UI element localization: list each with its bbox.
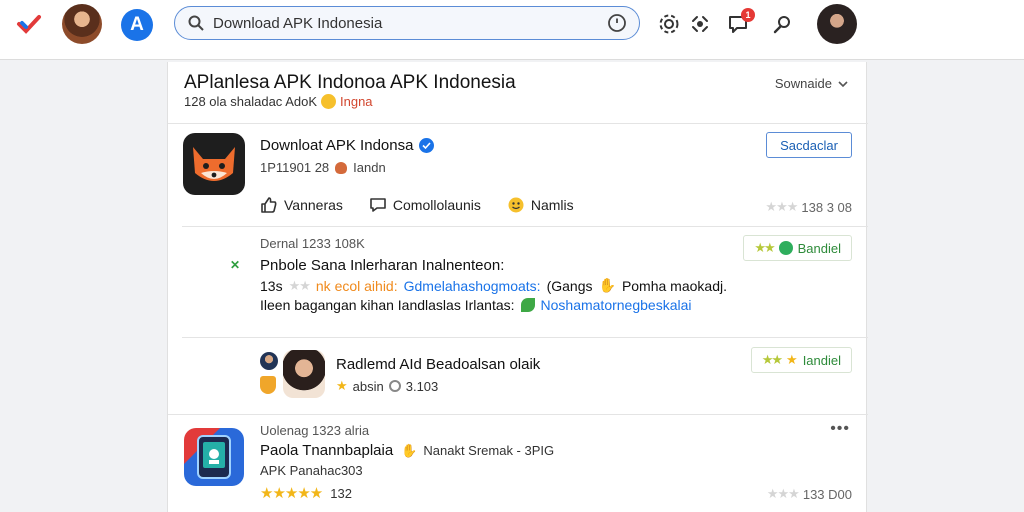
reviewer-meta: ★ absin 3.103 (336, 378, 438, 394)
extensions-icon[interactable] (688, 12, 712, 36)
star-icon: ★ (786, 352, 798, 367)
rating-stars-icon: ★★ (288, 277, 311, 293)
app-rating: ★★★★★ 132 (260, 484, 352, 502)
wave-emoji-icon: ✋ (401, 442, 418, 458)
post-text: (Gangs (546, 277, 593, 294)
app-store-icon[interactable]: A (121, 9, 153, 41)
heart-icon (335, 161, 348, 174)
link-icon: ✕ (230, 258, 241, 272)
account-search-icon[interactable] (771, 12, 795, 36)
app-name-text: Downloat APK Indonsa (260, 137, 414, 154)
leaf-icon (520, 298, 535, 312)
link-chain-icon (388, 380, 401, 392)
divider (182, 337, 868, 338)
post-header: Dernal 1233 108K (260, 236, 365, 251)
tag-badge[interactable]: ★★ ★ Iandiel (750, 347, 852, 373)
chevron-down-icon (838, 80, 848, 87)
stars-icon: ★★ (754, 240, 775, 255)
post-text: 13s (260, 277, 283, 294)
sort-label: Sownaide (774, 76, 832, 91)
reviewer-avatar[interactable] (283, 350, 325, 398)
top-bar: A 1 (0, 0, 1024, 60)
app-developer[interactable]: APK Panahac303 (260, 463, 363, 478)
smile-emoji-icon (321, 94, 336, 109)
rating-stars-icon: ★★★ (765, 199, 798, 214)
timer-icon[interactable] (607, 13, 627, 33)
search-input[interactable] (205, 14, 607, 32)
app-name[interactable]: Paola Tnannbaplaia ✋ Nanakt Sremak - 3PI… (260, 442, 554, 459)
thumbs-up-icon (261, 197, 277, 213)
app-meta-tail: Iandn (353, 160, 386, 175)
badge-icon (778, 241, 793, 255)
settings-icon[interactable] (657, 12, 681, 36)
app-name-text: Paola Tnannbaplaia (260, 442, 394, 459)
emoji-reaction-button[interactable]: Namlis (507, 196, 574, 214)
comment-button[interactable]: Comollolaunis (369, 196, 481, 214)
phone-app-icon[interactable] (184, 428, 244, 486)
post-header: Uolenag 1323 alria (260, 423, 370, 438)
divider (182, 226, 868, 227)
score-value: 133 D00 (802, 486, 852, 502)
feed-card: APlanlesa APK Indonoa APK Indonesia 128 … (167, 62, 868, 512)
fox-app-icon[interactable] (183, 133, 245, 195)
subtitle-tag: Ingna (340, 94, 373, 109)
score-value: 138 3 08 (801, 199, 852, 215)
stars-icon: ★★ (761, 352, 783, 367)
star-icon: ★ (336, 378, 348, 393)
post-text-line: Ileen bagangan kihan Iandlaslas Irlantas… (260, 297, 692, 313)
notification-badge: 1 (741, 8, 755, 22)
reviewer-meta-value: 3.103 (405, 378, 439, 394)
app-meta-text: 1P11901 28 (260, 160, 330, 175)
post-text: Ileen bagangan kihan Iandlaslas Irlantas… (260, 297, 515, 313)
tag-badge[interactable]: ★★ Bandiel (743, 235, 852, 261)
shield-icon (260, 376, 276, 394)
app-subtitle: ✋ Nanakt Sremak - 3PIG (401, 443, 554, 459)
post-score: ★★★ 133 D00 (767, 486, 852, 502)
search-bar[interactable] (174, 6, 640, 40)
page-title: APlanlesa APK Indonoa APK Indonesia (184, 72, 516, 93)
profile-avatar[interactable] (62, 4, 102, 44)
post-text-highlight: nk ecol aihid: (315, 277, 398, 294)
divider (168, 414, 868, 415)
rating-count: 132 (330, 485, 352, 501)
divider (168, 123, 868, 124)
reviewer-name[interactable]: Radlemd AId Beadoalsan olaik (336, 356, 540, 373)
app-subtitle-text: Nanakt Sremak - 3PIG (423, 443, 555, 458)
post-text: Pomha maokadj. (621, 277, 727, 294)
more-options-icon[interactable]: ••• (830, 420, 850, 438)
tag-label: Iandiel (802, 352, 841, 368)
tag-label: Bandiel (797, 240, 841, 256)
post-actions: Vanneras Comollolaunis Namlis (260, 196, 600, 214)
post-hashtag-link[interactable]: Noshamatornegbeskalai (541, 297, 692, 313)
reviewer-meta-text: absin (352, 378, 384, 394)
post-hashtag-link[interactable]: Gdmelahashogmoats: (404, 278, 541, 294)
rating-stars-icon: ★★★★★ (260, 485, 323, 502)
like-button[interactable]: Vanneras (260, 196, 343, 214)
action-label: Vanneras (284, 197, 343, 213)
mini-avatar[interactable] (260, 352, 278, 370)
check-logo-icon[interactable] (16, 12, 42, 38)
feed-subtitle: 128 ola shaladac AdoK Ingna (184, 94, 373, 109)
post-score: ★★★ 138 3 08 (765, 199, 852, 215)
action-label: Comollolaunis (392, 197, 481, 213)
subscribe-button[interactable]: Sacdaclar (766, 132, 852, 158)
action-label: Namlis (530, 197, 574, 213)
rating-stars-icon: ★★★ (766, 486, 800, 501)
app-meta: 1P11901 28 Iandn (260, 160, 386, 175)
subtitle-count: 128 ola shaladac AdoK (184, 94, 317, 109)
hand-emoji-icon: ✋ (598, 277, 616, 293)
verified-icon (419, 138, 435, 153)
app-name[interactable]: Downloat APK Indonsa (260, 137, 435, 154)
comment-icon (370, 198, 386, 212)
post-text-line: 13s ★★ nk ecol aihid: Gdmelahashogmoats:… (260, 277, 727, 294)
post-text-line: Pnbole Sana Inlerharan Inalnenteon: (260, 257, 505, 274)
user-avatar[interactable] (817, 4, 857, 44)
sort-dropdown[interactable]: Sownaide (775, 76, 848, 91)
search-icon (188, 15, 204, 31)
emoji-icon (508, 197, 524, 213)
